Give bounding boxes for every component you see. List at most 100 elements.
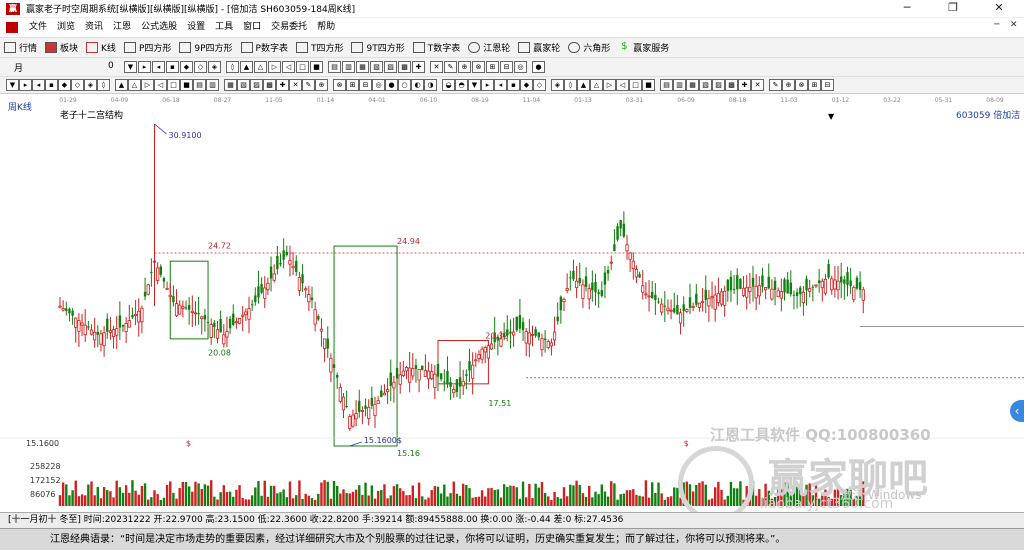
menu-gann[interactable]: 江恩: [108, 18, 136, 37]
analysis-tool-icon[interactable]: ◐: [411, 79, 424, 91]
chart-panel[interactable]: 01-29 04-09 06-18 08-27 11-05 01-14 04-01 06-10…: [0, 94, 1024, 522]
analysis-tool-icon[interactable]: ▷: [603, 79, 616, 91]
analysis-tool-icon[interactable]: ■: [180, 79, 193, 91]
tool-button-icon[interactable]: □: [296, 61, 309, 73]
analysis-tool-icon[interactable]: ◈: [84, 79, 97, 91]
analysis-tool-icon[interactable]: ✎: [769, 79, 782, 91]
analysis-tool-icon[interactable]: ◊: [564, 79, 577, 91]
toolbar-quotes-button[interactable]: 行情: [0, 41, 41, 54]
analysis-tool-icon[interactable]: ▦: [224, 79, 237, 91]
menu-formula[interactable]: 公式选股: [136, 18, 182, 37]
analysis-tool-icon[interactable]: ✎: [302, 79, 315, 91]
menu-window[interactable]: 窗口: [238, 18, 266, 37]
analysis-tool-icon[interactable]: ○: [398, 79, 411, 91]
analysis-tool-icon[interactable]: ▲: [115, 79, 128, 91]
analysis-tool-icon[interactable]: ▩: [725, 79, 738, 91]
analysis-tool-icon[interactable]: △: [590, 79, 603, 91]
analysis-tool-icon[interactable]: ◇: [71, 79, 84, 91]
analysis-tool-icon[interactable]: ▧: [699, 79, 712, 91]
tool-button-icon[interactable]: ▤: [328, 61, 341, 73]
analysis-tool-icon[interactable]: ⊟: [821, 79, 834, 91]
analysis-tool-icon[interactable]: ▥: [206, 79, 219, 91]
analysis-tool-icon[interactable]: ▨: [250, 79, 263, 91]
analysis-tool-icon[interactable]: ▤: [660, 79, 673, 91]
analysis-tool-icon[interactable]: ◎: [372, 79, 385, 91]
analysis-tool-icon[interactable]: ▩: [263, 79, 276, 91]
analysis-tool-icon[interactable]: ◆: [520, 79, 533, 91]
analysis-tool-icon[interactable]: ▥: [673, 79, 686, 91]
analysis-tool-icon[interactable]: ✚: [738, 79, 751, 91]
analysis-tool-icon[interactable]: ▸: [481, 79, 494, 91]
menu-file[interactable]: 文件: [24, 18, 52, 37]
menu-browse[interactable]: 浏览: [52, 18, 80, 37]
tool-button-icon[interactable]: △: [254, 61, 267, 73]
analysis-tool-icon[interactable]: ✕: [289, 79, 302, 91]
analysis-tool-icon[interactable]: ▼: [468, 79, 481, 91]
dropdown-icon[interactable]: ▼: [828, 112, 834, 121]
analysis-tool-icon[interactable]: ◁: [616, 79, 629, 91]
tool-button-icon[interactable]: ⊕: [458, 61, 471, 73]
analysis-tool-icon[interactable]: ◇: [533, 79, 546, 91]
analysis-tool-icon[interactable]: ⊗: [333, 79, 346, 91]
tool-button-icon[interactable]: ◁: [282, 61, 295, 73]
tool-button-icon[interactable]: ⊗: [472, 61, 485, 73]
analysis-tool-icon[interactable]: ✚: [276, 79, 289, 91]
counter-field[interactable]: 0: [108, 61, 114, 71]
tool-button-icon[interactable]: ▥: [342, 61, 355, 73]
tool-button-icon[interactable]: ✎: [444, 61, 457, 73]
analysis-tool-icon[interactable]: △: [128, 79, 141, 91]
toolbar-t-table-button[interactable]: T数字表: [409, 41, 465, 54]
toolbar-p-square-button[interactable]: P四方形: [120, 41, 175, 54]
tool-button-icon[interactable]: ●: [532, 61, 545, 73]
analysis-tool-icon[interactable]: ▷: [141, 79, 154, 91]
tool-button-icon[interactable]: ✚: [412, 61, 425, 73]
analysis-tool-icon[interactable]: ▤: [193, 79, 206, 91]
analysis-tool-icon[interactable]: ▪: [507, 79, 520, 91]
tool-button-icon[interactable]: ◈: [208, 61, 221, 73]
tool-button-icon[interactable]: ▲: [240, 61, 253, 73]
tool-button-icon[interactable]: ▪: [166, 61, 179, 73]
analysis-tool-icon[interactable]: ▸: [19, 79, 32, 91]
menu-info[interactable]: 资讯: [80, 18, 108, 37]
analysis-tool-icon[interactable]: ⊞: [808, 79, 821, 91]
analysis-tool-icon[interactable]: ✕: [751, 79, 764, 91]
analysis-tool-icon[interactable]: ◈: [551, 79, 564, 91]
analysis-tool-icon[interactable]: ◑: [424, 79, 437, 91]
tool-button-icon[interactable]: ◂: [152, 61, 165, 73]
tool-button-icon[interactable]: ▸: [138, 61, 151, 73]
analysis-tool-icon[interactable]: □: [629, 79, 642, 91]
tool-button-icon[interactable]: ▦: [356, 61, 369, 73]
analysis-tool-icon[interactable]: □: [167, 79, 180, 91]
tool-button-icon[interactable]: ▼: [124, 61, 137, 73]
tool-button-icon[interactable]: ■: [310, 61, 323, 73]
tool-button-icon[interactable]: ◆: [180, 61, 193, 73]
tool-button-icon[interactable]: ◊: [226, 61, 239, 73]
toolbar-hexagon-button[interactable]: 六角形: [564, 41, 614, 54]
toolbar-service-button[interactable]: $ 赢家服务: [614, 41, 673, 55]
toolbar-gann-wheel-button[interactable]: 江恩轮: [464, 41, 514, 54]
tool-button-icon[interactable]: ◇: [194, 61, 207, 73]
child-close-button[interactable]: ✕: [1010, 20, 1018, 30]
analysis-tool-icon[interactable]: ⊗: [795, 79, 808, 91]
toolbar-kline-button[interactable]: K线: [82, 41, 120, 54]
menu-tools[interactable]: 工具: [210, 18, 238, 37]
menu-settings[interactable]: 设置: [182, 18, 210, 37]
analysis-tool-icon[interactable]: ⊟: [359, 79, 372, 91]
analysis-tool-icon[interactable]: ⊕: [315, 79, 328, 91]
analysis-tool-icon[interactable]: ◂: [494, 79, 507, 91]
child-minimize-button[interactable]: ─: [994, 20, 999, 30]
menu-trade[interactable]: 交易委托: [266, 18, 312, 37]
toolbar-sectors-button[interactable]: 板块: [41, 41, 82, 54]
period-select[interactable]: 月: [14, 61, 23, 74]
analysis-tool-icon[interactable]: ▼: [6, 79, 19, 91]
toolbar-p-table-button[interactable]: P数字表: [237, 41, 292, 54]
analysis-tool-icon[interactable]: ◓: [455, 79, 468, 91]
tool-button-icon[interactable]: ▨: [384, 61, 397, 73]
analysis-tool-icon[interactable]: ⊞: [346, 79, 359, 91]
analysis-tool-icon[interactable]: ▧: [237, 79, 250, 91]
analysis-tool-icon[interactable]: ◊: [97, 79, 110, 91]
close-button[interactable]: ✕: [976, 0, 1022, 18]
analysis-tool-icon[interactable]: ◁: [154, 79, 167, 91]
analysis-tool-icon[interactable]: ⊕: [782, 79, 795, 91]
analysis-tool-icon[interactable]: ●: [385, 79, 398, 91]
